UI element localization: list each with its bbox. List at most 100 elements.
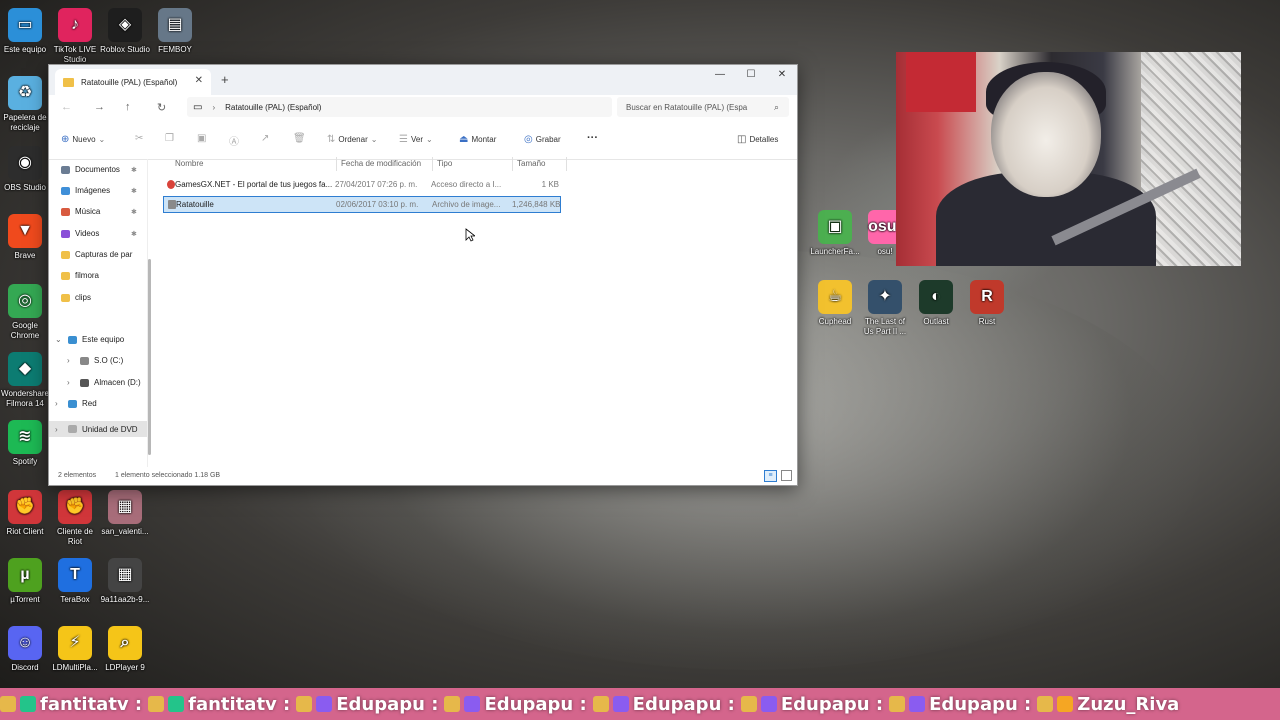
- desktop-icon-brave[interactable]: ▼ Brave: [0, 214, 50, 261]
- share-icon[interactable]: ↗: [261, 133, 269, 144]
- mount-label: Montar: [471, 135, 497, 144]
- desktop-icon-tiktok-live-studio[interactable]: ♪ TikTok LIVE Studio: [50, 8, 100, 65]
- close-window-button[interactable]: ✕: [767, 69, 797, 80]
- navigation-scrollbar[interactable]: [148, 159, 152, 459]
- desktop-icon-ldmultipla[interactable]: ⚡ LDMultiPla...: [50, 626, 100, 673]
- desktop-icon-roblox-studio[interactable]: ◈ Roblox Studio: [100, 8, 150, 55]
- item-count: 2 elementos: [58, 472, 97, 479]
- column-header-date[interactable]: Fecha de modificación: [341, 159, 421, 168]
- file-explorer-window[interactable]: Ratatouille (PAL) (Español) ✕ + — ☐ ✕ ← …: [48, 64, 798, 486]
- chevron-right-icon[interactable]: ›: [55, 425, 63, 434]
- desktop-icon-cuphead[interactable]: ☕ Cuphead: [810, 280, 860, 327]
- desktop-icon-launcherfa[interactable]: ▣ LauncherFa...: [810, 210, 860, 257]
- ldplayer-9-icon: ⌕: [108, 626, 142, 660]
- nav-item-este-equipo[interactable]: ⌄ Este equipo: [55, 335, 151, 344]
- nav-item-videos[interactable]: Videos: [61, 229, 157, 238]
- nav-item-m-sica[interactable]: Música: [61, 207, 157, 216]
- tiles-view-icon[interactable]: [781, 470, 792, 481]
- delete-icon[interactable]: 🗑: [293, 133, 306, 144]
- desktop-icon-rust[interactable]: R Rust: [962, 280, 1012, 327]
- desktop-icon-google-chrome[interactable]: ◎ Google Chrome: [0, 284, 50, 341]
- desktop-icon-papelera-de-reciclaje[interactable]: ♻ Papelera de reciclaje: [0, 76, 50, 133]
- desktop-icon-riot-client[interactable]: ✊ Riot Client: [0, 490, 50, 537]
- badge-icon: [889, 696, 906, 712]
- desktop-icon-discord[interactable]: ☺ Discord: [0, 626, 50, 673]
- desktop-icon-obs-studio[interactable]: ◉ OBS Studio: [0, 146, 50, 193]
- scrollbar-thumb[interactable]: [148, 259, 151, 455]
- m-sica-icon: [61, 207, 70, 216]
- column-divider[interactable]: [432, 157, 433, 171]
- column-header-type[interactable]: Tipo: [437, 159, 452, 168]
- desktop-icon-label: Spotify: [12, 457, 38, 466]
- mount-button[interactable]: ⏏ Montar: [459, 134, 496, 145]
- title-bar[interactable]: Ratatouille (PAL) (Español) ✕ + — ☐ ✕: [49, 65, 797, 95]
- sort-button[interactable]: ⇅ Ordenar ⌄: [327, 134, 377, 145]
- back-arrow-icon[interactable]: ←: [61, 101, 72, 113]
- column-divider[interactable]: [566, 157, 567, 171]
- nav-item-capturas-de-par[interactable]: Capturas de par: [61, 250, 157, 259]
- breadcrumb-path: Ratatouille (PAL) (Español): [225, 102, 322, 112]
- obs-studio-icon: ◉: [8, 146, 42, 180]
- desktop-icon-outlast[interactable]: ◐ Outlast: [911, 280, 961, 327]
- column-header-size[interactable]: Tamaño: [517, 159, 545, 168]
- desktop-icon-este-equipo[interactable]: ▭ Este equipo: [0, 8, 50, 55]
- column-header-name[interactable]: Nombre: [175, 159, 203, 168]
- chevron-right-icon[interactable]: ›: [67, 356, 75, 365]
- new-button[interactable]: ⊕ Nuevo ⌄: [61, 134, 105, 145]
- chevron-down-icon[interactable]: ⌄: [55, 335, 63, 344]
- view-button[interactable]: ☰ Ver ⌄: [399, 134, 433, 145]
- up-arrow-icon[interactable]: ↑: [125, 101, 131, 113]
- nav-item-documentos[interactable]: Documentos: [61, 165, 157, 174]
- desktop-icon-label: Riot Client: [6, 527, 44, 536]
- emote-icon: [464, 696, 481, 712]
- webcam-person-face: [991, 72, 1101, 197]
- chevron-right-icon[interactable]: ›: [67, 378, 75, 387]
- nav-item-filmora[interactable]: filmora: [61, 271, 157, 280]
- nav-item-im-genes[interactable]: Imágenes: [61, 186, 157, 195]
- monitor-icon: ▭: [193, 101, 203, 113]
- column-divider[interactable]: [336, 157, 337, 171]
- file-row[interactable]: GamesGX.NET - El portal de tus juegos fa…: [163, 177, 559, 192]
- cut-icon[interactable]: ✂: [135, 133, 143, 144]
- desktop-icon-wondershare-filmora-14[interactable]: ◆ Wondershare Filmora 14: [0, 352, 50, 409]
- desktop-icon-the-last-of-us-part-ii[interactable]: ✦ The Last of Us Part II ...: [860, 280, 910, 337]
- copy-icon[interactable]: ❐: [165, 133, 174, 144]
- view-icon: ☰: [399, 134, 408, 145]
- refresh-icon[interactable]: ↻: [157, 101, 166, 114]
- badge-icon: [296, 696, 313, 712]
- nav-item-red[interactable]: › Red: [55, 399, 151, 408]
- desktop-icon-label: µTorrent: [10, 595, 40, 604]
- emote-icon: [20, 696, 36, 712]
- rename-icon[interactable]: Ⓐ: [229, 133, 239, 148]
- column-divider[interactable]: [512, 157, 513, 171]
- desktop-icon-ldplayer-9[interactable]: ⌕ LDPlayer 9: [100, 626, 150, 673]
- nav-item-clips[interactable]: clips: [61, 293, 157, 302]
- mouse-cursor-icon: [465, 228, 475, 242]
- nav-item-unidad-de-dvd[interactable]: › Unidad de DVD: [49, 421, 147, 437]
- paste-icon[interactable]: ▣: [197, 133, 206, 144]
- more-options-button[interactable]: ···: [587, 132, 598, 144]
- burn-button[interactable]: ◎ Grabar: [524, 134, 561, 145]
- desktop-icon-femboy[interactable]: ▤ FEMBOY: [150, 8, 200, 55]
- search-input[interactable]: Buscar en Ratatouille (PAL) (Espa ⌕: [617, 97, 789, 117]
- desktop-icon-spotify[interactable]: ≋ Spotify: [0, 420, 50, 467]
- forward-arrow-icon[interactable]: →: [94, 101, 105, 113]
- maximize-button[interactable]: ☐: [736, 69, 766, 80]
- close-tab-icon[interactable]: ✕: [195, 75, 203, 86]
- desktop-icon-san-valenti[interactable]: ▦ san_valenti...: [100, 490, 150, 537]
- file-row[interactable]: Ratatouille 02/06/2017 03:10 p. m. Archivo…: [163, 196, 561, 213]
- desktop-icon-9a11aa2b-9[interactable]: ▦ 9a11aa2b-9...: [100, 558, 150, 605]
- desktop-icon-torrent[interactable]: µ µTorrent: [0, 558, 50, 605]
- details-button[interactable]: ◫ Detalles: [737, 134, 778, 145]
- address-bar[interactable]: ▭ › Ratatouille (PAL) (Español): [187, 97, 612, 117]
- details-view-icon[interactable]: ≡: [764, 470, 777, 482]
- este-equipo-icon: ▭: [8, 8, 42, 42]
- new-tab-button[interactable]: +: [221, 72, 229, 87]
- torrent-icon: µ: [8, 558, 42, 592]
- the-last-of-us-part-ii-icon: ✦: [868, 280, 902, 314]
- chevron-right-icon[interactable]: ›: [55, 399, 63, 408]
- minimize-button[interactable]: —: [705, 69, 735, 80]
- desktop-icon-terabox[interactable]: T TeraBox: [50, 558, 100, 605]
- desktop-icon-cliente-de-riot[interactable]: ✊ Cliente de Riot: [50, 490, 100, 547]
- tab-ratatouille[interactable]: Ratatouille (PAL) (Español) ✕: [55, 69, 211, 95]
